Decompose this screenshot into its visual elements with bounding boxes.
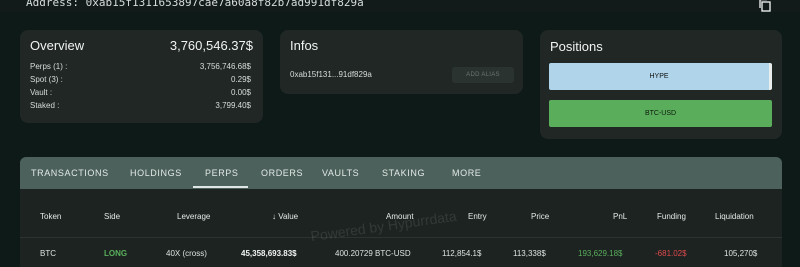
overview-row-label: Spot (3) : <box>30 75 63 84</box>
column-header-leverage[interactable]: Leverage <box>177 212 210 221</box>
overview-row-staked: Staked : 3,799.40$ <box>30 101 251 113</box>
add-alias-button[interactable]: ADD ALIAS <box>452 67 514 83</box>
cell-value: 45,358,693.83$ <box>241 249 297 258</box>
overview-row-label: Vault : <box>30 88 53 97</box>
active-tab-indicator <box>193 186 248 188</box>
overview-row-value: 0.00$ <box>230 88 251 97</box>
column-header-side[interactable]: Side <box>104 212 120 221</box>
cell-leverage: 40X (cross) <box>166 249 207 258</box>
tab-orders[interactable]: ORDERS <box>261 168 303 178</box>
infos-title: Infos <box>290 38 319 53</box>
cell-funding: -681.02$ <box>655 249 687 258</box>
overview-row-label: Perps (1) : <box>30 62 68 71</box>
infos-card: Infos 0xab15f131...91df829a <box>280 30 523 94</box>
copy-icon[interactable] <box>758 0 772 12</box>
sort-down-icon: ↓ <box>272 212 276 221</box>
tab-vaults[interactable]: VAULTS <box>322 168 359 178</box>
overview-row-perps: Perps (1) : 3,756,746.68$ <box>30 62 251 74</box>
position-bar-btc-usd[interactable]: BTC-USD <box>549 100 772 127</box>
column-header-funding[interactable]: Funding <box>657 212 686 221</box>
tab-transactions[interactable]: TRANSACTIONS <box>31 168 109 178</box>
cell-price: 113,338$ <box>513 249 546 258</box>
overview-row-label: Staked : <box>30 101 60 110</box>
column-header-value[interactable]: ↓ Value <box>272 212 298 221</box>
wallet-address: Address: 0xab15f1311653897cae7a60a8f82b7… <box>26 0 364 9</box>
cell-side: LONG <box>104 249 128 258</box>
column-header-pnl[interactable]: PnL <box>613 212 627 221</box>
overview-title: Overview <box>30 38 85 53</box>
overview-total: 3,760,546.37$ <box>169 38 253 53</box>
tab-staking[interactable]: STAKING <box>382 168 425 178</box>
overview-row-spot: Spot (3) : 0.29$ <box>30 75 251 87</box>
tab-more[interactable]: MORE <box>452 168 481 178</box>
cell-pnl: 193,629.18$ <box>578 249 623 258</box>
column-header-value-label: Value <box>278 212 299 221</box>
positions-card: Positions HYPE BTC-USD <box>540 30 782 139</box>
column-header-price[interactable]: Price <box>531 212 549 221</box>
overview-card: Overview 3,760,546.37$ Perps (1) : 3,756… <box>20 30 263 123</box>
tab-perps[interactable]: PERPS <box>205 168 239 178</box>
short-address: 0xab15f131...91df829a <box>290 70 372 79</box>
positions-title: Positions <box>550 39 603 54</box>
overview-row-vault: Vault : 0.00$ <box>30 88 251 100</box>
cell-liquidation: 105,270$ <box>724 249 758 258</box>
column-header-liquidation[interactable]: Liquidation <box>715 212 754 221</box>
tab-bar: TRANSACTIONS HOLDINGS PERPS ORDERS VAULT… <box>20 157 782 189</box>
cell-amount: 400.20729 BTC-USD <box>335 249 411 258</box>
overview-row-value: 0.29$ <box>230 75 251 84</box>
header-divider <box>20 237 782 238</box>
cell-token[interactable]: BTC <box>40 249 56 258</box>
address-bar: Address: 0xab15f1311653897cae7a60a8f82b7… <box>0 0 800 12</box>
overview-row-value: 3,756,746.68$ <box>199 62 251 71</box>
column-header-entry[interactable]: Entry <box>468 212 487 221</box>
cell-entry: 112,854.1$ <box>442 249 482 258</box>
overview-row-value: 3,799.40$ <box>215 101 251 110</box>
column-header-token[interactable]: Token <box>40 212 61 221</box>
tab-holdings[interactable]: HOLDINGS <box>130 168 182 178</box>
position-bar-hype[interactable]: HYPE <box>549 63 772 90</box>
